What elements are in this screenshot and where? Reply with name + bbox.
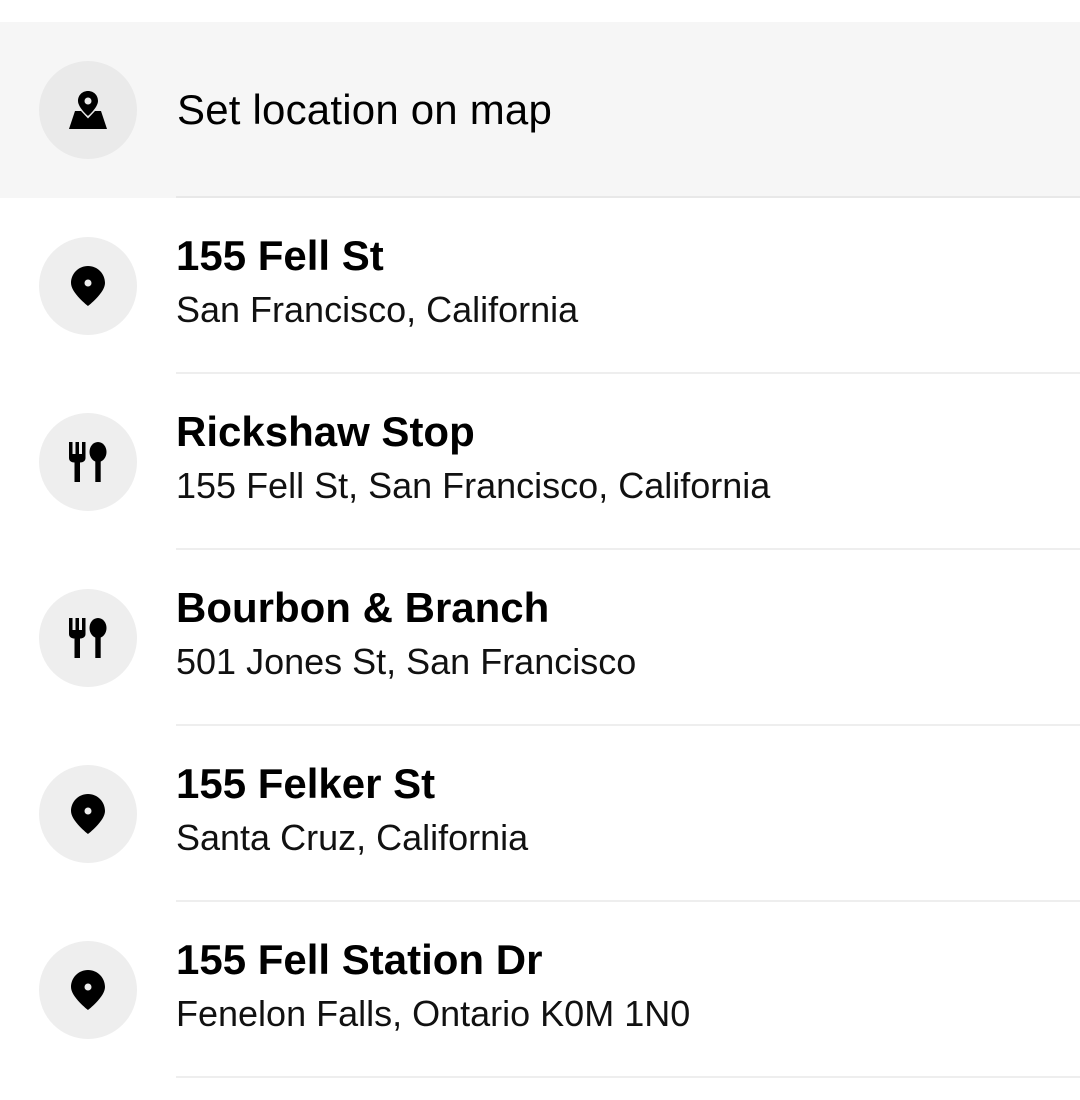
location-pin-icon: [71, 970, 105, 1010]
suggestion-title: Bourbon & Branch: [176, 584, 550, 631]
suggestion-title: 155 Fell Station Dr: [176, 936, 543, 983]
suggestion-subtitle: Fenelon Falls, Ontario K0M 1N0: [176, 993, 691, 1034]
location-pin-icon: [71, 266, 105, 306]
set-location-label: Set location on map: [177, 86, 553, 133]
suggestion-title: Rickshaw Stop: [176, 408, 475, 455]
suggestion-icon-circle: [39, 237, 137, 335]
suggestion-icon-circle: [39, 413, 137, 511]
suggestion-icon-circle: [39, 589, 137, 687]
map-pin-icon-circle: [39, 61, 137, 159]
suggestion-subtitle: 155 Fell St, San Francisco, California: [176, 465, 771, 506]
suggestion-subtitle: 501 Jones St, San Francisco: [176, 641, 637, 682]
map-pin-icon: [69, 91, 107, 129]
divider: [176, 1076, 1080, 1078]
suggestion-item[interactable]: Rickshaw Stop 155 Fell St, San Francisco…: [0, 374, 1080, 550]
set-location-on-map-button[interactable]: Set location on map: [0, 22, 1080, 198]
suggestion-item[interactable]: Bourbon & Branch 501 Jones St, San Franc…: [0, 550, 1080, 726]
suggestion-subtitle: San Francisco, California: [176, 289, 579, 330]
location-pin-icon: [71, 794, 105, 834]
suggestion-title: 155 Fell St: [176, 232, 384, 279]
restaurant-icon: [69, 618, 107, 658]
restaurant-icon: [69, 442, 107, 482]
suggestion-item[interactable]: 155 Felker St Santa Cruz, California: [0, 726, 1080, 902]
location-suggestion-list: Set location on map 155 Fell St San Fran…: [0, 22, 1080, 1078]
suggestion-subtitle: Santa Cruz, California: [176, 817, 529, 858]
suggestion-item[interactable]: 155 Fell St San Francisco, California: [0, 198, 1080, 374]
suggestion-title: 155 Felker St: [176, 760, 436, 807]
suggestion-item[interactable]: 155 Fell Station Dr Fenelon Falls, Ontar…: [0, 902, 1080, 1078]
suggestion-icon-circle: [39, 765, 137, 863]
suggestion-icon-circle: [39, 941, 137, 1039]
